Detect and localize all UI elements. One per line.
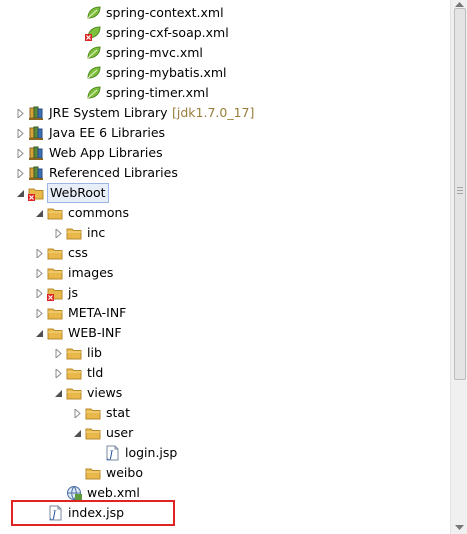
tree-item-label: inc (87, 225, 106, 240)
expand-arrow-icon[interactable] (16, 103, 25, 123)
folder-icon (66, 225, 83, 241)
tree-item-label: css (68, 245, 88, 260)
vertical-scrollbar[interactable] (450, 0, 467, 534)
svg-text:J: J (107, 450, 114, 461)
expand-arrow-icon[interactable] (35, 283, 44, 303)
jsp-file-icon: J (104, 445, 121, 461)
collapse-arrow-icon[interactable] (16, 183, 25, 203)
tree-item-label: META-INF (68, 305, 127, 320)
web-xml-icon (66, 485, 83, 501)
xml-file-icon (85, 65, 102, 81)
folder-icon (66, 385, 83, 401)
tree-item-label: views (87, 385, 123, 400)
tree-item-label: JRE System Library (49, 105, 168, 120)
tree-item-label: Referenced Libraries (49, 165, 178, 180)
webroot-folder-icon (28, 185, 45, 201)
folder-icon (47, 265, 64, 281)
folder-icon (85, 425, 102, 441)
tree-item-label: user (106, 425, 134, 440)
tree-item-label: spring-mybatis.xml (106, 65, 227, 80)
folder-icon (85, 465, 102, 481)
highlight-box (11, 500, 175, 526)
folder-icon (47, 325, 64, 341)
expand-arrow-icon[interactable] (54, 343, 63, 363)
tree-item-label: commons (68, 205, 129, 220)
collapse-arrow-icon[interactable] (54, 383, 63, 403)
folder-icon (85, 405, 102, 421)
tree-item-label: Web App Libraries (49, 145, 163, 160)
tree-item-label: js (68, 285, 78, 300)
expand-arrow-icon[interactable] (35, 263, 44, 283)
tree-item-label: weibo (106, 465, 143, 480)
folder-icon (66, 365, 83, 381)
tree-item-label: spring-timer.xml (106, 85, 209, 100)
library-icon (28, 165, 45, 181)
collapse-arrow-icon[interactable] (35, 323, 44, 343)
library-icon (28, 105, 45, 121)
tree-item-label: spring-mvc.xml (106, 45, 203, 60)
library-icon (28, 145, 45, 161)
xml-file-icon (85, 45, 102, 61)
expand-arrow-icon[interactable] (16, 123, 25, 143)
tree-item-decoration: [jdk1.7.0_17] (172, 105, 255, 120)
expand-arrow-icon[interactable] (54, 363, 63, 383)
tree-item-label: images (68, 265, 114, 280)
folder-error-icon (47, 285, 64, 301)
tree-item-label: login.jsp (125, 445, 178, 460)
tree-item-label: tld (87, 365, 104, 380)
library-icon (28, 125, 45, 141)
xml-file-error-icon (85, 25, 102, 41)
folder-icon (47, 305, 64, 321)
tree-item-label: spring-cxf-soap.xml (106, 25, 229, 40)
folder-icon (47, 245, 64, 261)
expand-arrow-icon[interactable] (16, 143, 25, 163)
tree-item-label: WEB-INF (68, 325, 122, 340)
scrollbar-thumb[interactable] (454, 8, 466, 380)
folder-icon (66, 345, 83, 361)
xml-file-icon (85, 5, 102, 21)
collapse-arrow-icon[interactable] (73, 423, 82, 443)
expand-arrow-icon[interactable] (35, 303, 44, 323)
project-explorer-tree: spring-context.xml spring-cxf-soap.xml spr… (0, 0, 450, 534)
expand-arrow-icon[interactable] (35, 243, 44, 263)
tree-item-label: spring-context.xml (106, 5, 224, 20)
folder-icon (47, 205, 64, 221)
tree-item-label: WebRoot (47, 183, 109, 203)
expand-arrow-icon[interactable] (16, 163, 25, 183)
expand-arrow-icon[interactable] (73, 403, 82, 423)
collapse-arrow-icon[interactable] (35, 203, 44, 223)
xml-file-icon (85, 85, 102, 101)
expand-arrow-icon[interactable] (54, 223, 63, 243)
scroll-down-arrow-icon[interactable] (455, 525, 464, 531)
tree-item-label: stat (106, 405, 130, 420)
tree-item-label: Java EE 6 Libraries (49, 125, 166, 140)
tree-item-label: lib (87, 345, 102, 360)
